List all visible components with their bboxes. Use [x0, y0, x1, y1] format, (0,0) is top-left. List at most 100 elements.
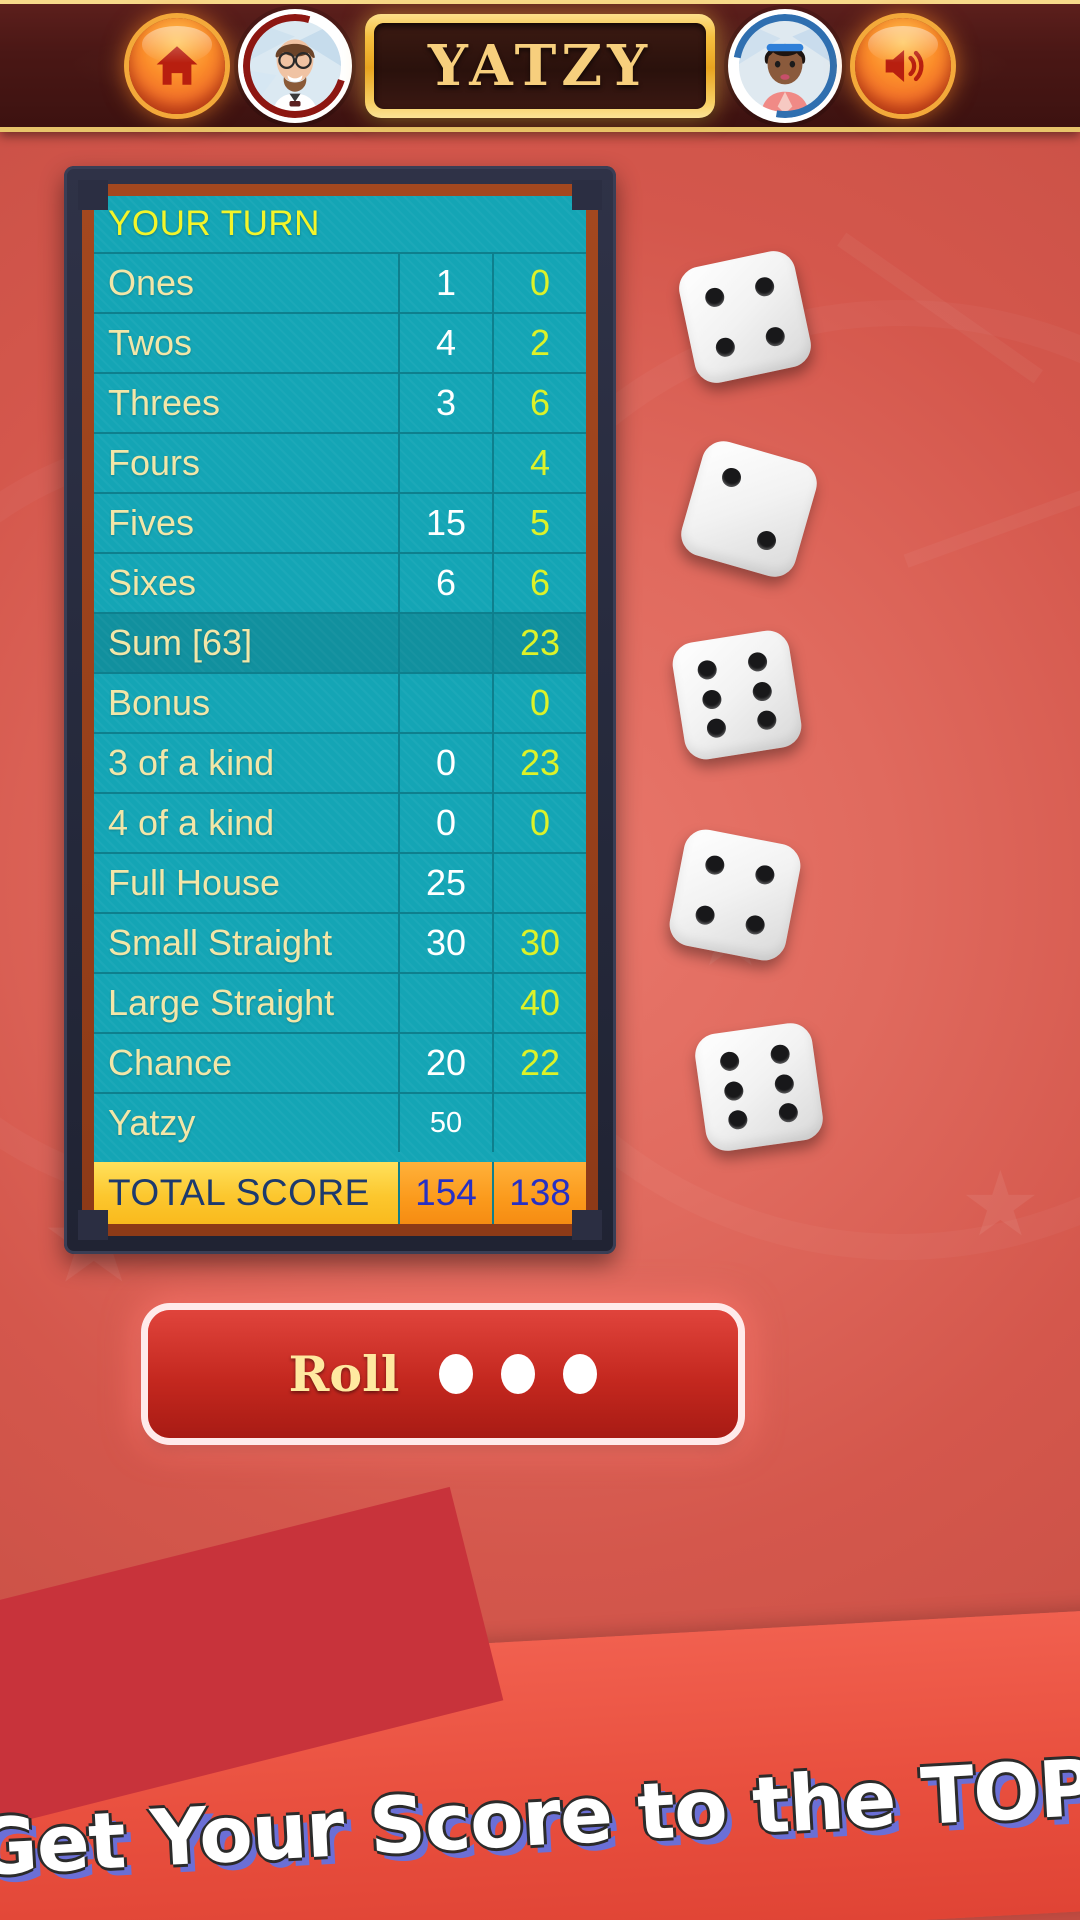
scorecard-row-sum-63[interactable]: Sum [63] 23 [94, 612, 586, 672]
category-label: Large Straight [108, 982, 335, 1023]
sound-on-icon [885, 49, 924, 82]
roll-dot [501, 1354, 536, 1394]
die-pip [700, 688, 723, 710]
category-label: 3 of a kind [108, 742, 275, 783]
panel-corner-tl [78, 180, 108, 210]
player1-score-cell[interactable]: 20 [398, 1034, 492, 1092]
die-3[interactable] [669, 627, 805, 763]
player2-score-cell: 23 [492, 734, 586, 792]
scorecard-row-bonus[interactable]: Bonus 0 [94, 672, 586, 732]
scorecard-row-ones[interactable]: Ones 1 0 [94, 252, 586, 312]
scorecard-row-large-straight[interactable]: Large Straight 40 [94, 972, 586, 1032]
die-pip [778, 1101, 800, 1124]
die-pip [726, 1109, 749, 1131]
player1-score-cell[interactable]: 0 [398, 794, 492, 852]
scorecard-row-4-of-a-kind[interactable]: 4 of a kind 0 0 [94, 792, 586, 852]
scorecard-row-fours[interactable]: Fours 4 [94, 432, 586, 492]
scorecard-row-threes[interactable]: Threes 3 6 [94, 372, 586, 432]
total-score-player1: 154 [398, 1162, 492, 1224]
player2-score-cell: 6 [492, 374, 586, 432]
app-screen: ★ ★ ★ [0, 0, 1080, 1920]
die-5[interactable] [692, 1020, 826, 1154]
die-pip [753, 274, 777, 298]
player1-score-cell[interactable] [398, 674, 492, 732]
die-pip [744, 914, 767, 937]
home-icon [156, 45, 198, 85]
category-label: Sixes [108, 562, 197, 603]
turn-header: YOUR TURN [108, 204, 320, 243]
die-pip [755, 529, 779, 553]
player1-score-cell[interactable] [398, 974, 492, 1032]
scorecard-row-full-house[interactable]: Full House 25 [94, 852, 586, 912]
die-pip [703, 853, 726, 876]
sound-button[interactable] [855, 17, 951, 114]
die-pip [705, 717, 727, 740]
die-pip [769, 1043, 792, 1065]
category-label: Sum [63] [108, 622, 253, 663]
player2-score-cell: 23 [492, 614, 586, 672]
scorecard-row-small-straight[interactable]: Small Straight 30 30 [94, 912, 586, 972]
category-label: Bonus [108, 682, 211, 723]
scorecard-row-twos[interactable]: Twos 4 2 [94, 312, 586, 372]
player-1-avatar[interactable] [243, 13, 347, 118]
rolls-remaining-indicator [439, 1354, 598, 1394]
player2-score-cell: 0 [492, 794, 586, 852]
player1-score-cell[interactable]: 4 [398, 314, 492, 372]
roll-button[interactable]: Roll [148, 1310, 738, 1438]
player2-score-cell: 40 [492, 974, 586, 1032]
player1-score-cell[interactable]: 1 [398, 254, 492, 312]
roll-dot [563, 1354, 598, 1394]
player1-score-cell[interactable]: 3 [398, 374, 492, 432]
scorecard-rows: Ones 1 0 Twos 4 2 Threes 3 6 Fours 4 Fives 15 5 Sixes 6… [94, 252, 586, 1152]
promo-banner: Get Your Score to the TOP! [0, 1486, 1080, 1920]
player2-score-cell: 0 [492, 674, 586, 732]
scorecard-row-3-of-a-kind[interactable]: 3 of a kind 0 23 [94, 732, 586, 792]
category-label: Fours [108, 442, 201, 483]
player1-score-cell[interactable]: 25 [398, 854, 492, 912]
home-button[interactable] [129, 17, 225, 114]
player1-score-cell[interactable]: 30 [398, 914, 492, 972]
die-pip [773, 1072, 796, 1095]
panel-corner-br [572, 1210, 602, 1240]
player1-score-cell[interactable] [398, 614, 492, 672]
player-2-turn-ring [733, 13, 837, 118]
player2-score-cell: 30 [492, 914, 586, 972]
panel-corner-bl [78, 1210, 108, 1240]
die-pip [764, 325, 788, 349]
category-label: 4 of a kind [108, 802, 275, 843]
scorecard-row-sixes[interactable]: Sixes 6 6 [94, 552, 586, 612]
player2-score-cell: 0 [492, 254, 586, 312]
category-label: Yatzy [108, 1102, 196, 1143]
player2-score-cell: 5 [492, 494, 586, 552]
player1-score-cell[interactable]: 50 [398, 1094, 492, 1152]
player2-score-cell: 22 [492, 1034, 586, 1092]
player1-score-cell[interactable] [398, 434, 492, 492]
die-pip [722, 1079, 745, 1102]
category-label: Fives [108, 502, 195, 543]
die-pip [747, 650, 769, 673]
player1-score-cell[interactable]: 0 [398, 734, 492, 792]
top-bar: YATZY [0, 0, 1080, 132]
roll-button-label: Roll [288, 1345, 400, 1403]
player1-score-cell[interactable]: 15 [398, 494, 492, 552]
die-pip [719, 465, 743, 489]
player2-score-cell: 4 [492, 434, 586, 492]
category-label: Threes [108, 382, 221, 423]
die-4[interactable] [665, 825, 805, 965]
scorecard-row-chance[interactable]: Chance 20 22 [94, 1032, 586, 1092]
scorecard-row-fives[interactable]: Fives 15 5 [94, 492, 586, 552]
scorecard-panel: YOUR TURN Ones 1 0 Twos 4 2 Threes 3 6 Fours 4 Five… [64, 166, 616, 1254]
page-title: YATZY [427, 32, 653, 99]
panel-corner-tr [572, 180, 602, 210]
scorecard-row-yatzy[interactable]: Yatzy 50 [94, 1092, 586, 1152]
die-pip [754, 863, 777, 886]
player2-score-cell: 2 [492, 314, 586, 372]
die-1[interactable] [675, 247, 815, 387]
player-2-avatar[interactable] [733, 13, 837, 118]
player1-score-cell[interactable]: 6 [398, 554, 492, 612]
total-score-row: TOTAL SCORE 154 138 [94, 1162, 586, 1224]
die-pip [693, 904, 716, 927]
roll-dot [439, 1354, 474, 1394]
total-score-label: TOTAL SCORE [94, 1162, 398, 1224]
category-label: Small Straight [108, 922, 333, 963]
